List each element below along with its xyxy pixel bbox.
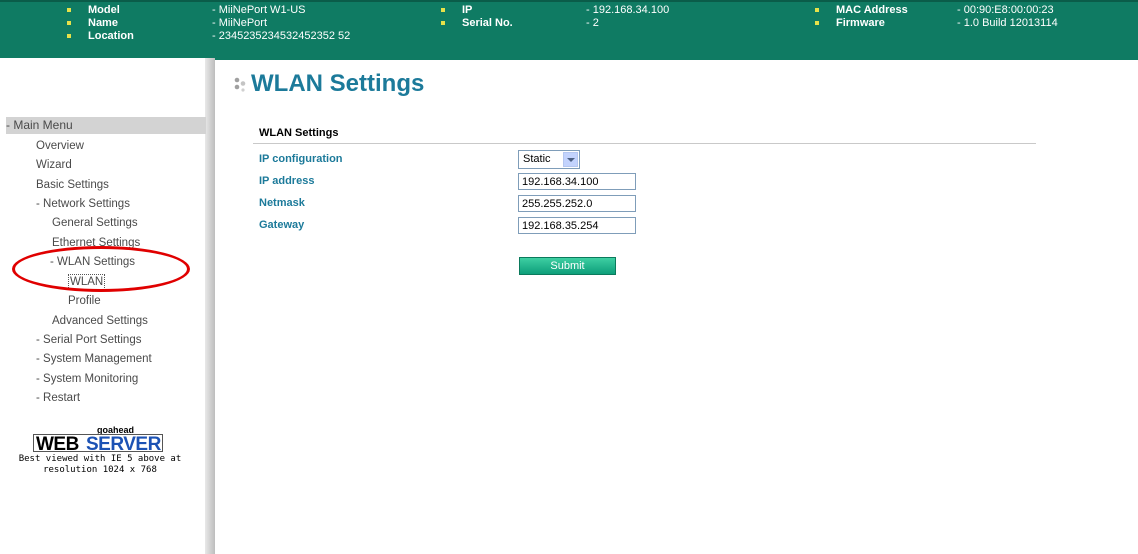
bullet-icon [815,8,819,12]
name-value: - MiiNePort [212,17,268,29]
bullet-icon [67,21,71,25]
ip-address-label: IP address [259,175,315,187]
name-label: Name [88,17,118,29]
ip-value: - 192.168.34.100 [586,4,670,16]
logo-box: WEB SERVER [33,434,163,455]
chevron-down-icon[interactable] [563,152,578,167]
sidebar-item-profile[interactable]: Profile [68,294,101,308]
sidebar-item-basic-settings[interactable]: Basic Settings [36,178,109,192]
logo-web-text: WEB [36,434,79,455]
firmware-label: Firmware [836,17,885,29]
sidebar-item-system-monitoring[interactable]: - System Monitoring [36,372,138,386]
highlight-circle [12,246,190,292]
ip-configuration-value: Static [523,153,551,165]
sidebar-item-wizard[interactable]: Wizard [36,158,72,172]
model-label: Model [88,4,120,16]
location-value: - 2345235234532452352 52 [212,30,351,42]
ip-configuration-select[interactable]: Static [518,150,580,169]
bullet-icon [67,8,71,12]
bullet-icon [441,21,445,25]
sidebar-item-network-settings[interactable]: - Network Settings [36,197,130,211]
page-title: WLAN Settings [251,70,425,97]
sidebar-item-overview[interactable]: Overview [36,139,84,153]
goahead-webserver-logo: goahead WEB SERVER [33,425,165,455]
sidebar-item-system-management[interactable]: - System Management [36,352,152,366]
sidebar-divider [205,58,215,554]
gateway-input[interactable] [518,217,636,234]
bullet-icon [815,21,819,25]
sidebar-item-general-settings[interactable]: General Settings [52,216,138,230]
serial-label: Serial No. [462,17,513,29]
sidebar-item-serial-port-settings[interactable]: - Serial Port Settings [36,333,141,347]
sidebar-item-advanced-settings[interactable]: Advanced Settings [52,314,148,328]
serial-value: - 2 [586,17,599,29]
gateway-label: Gateway [259,219,305,231]
netmask-input[interactable] [518,195,636,212]
mac-label: MAC Address [836,4,908,16]
title-dots-icon [234,77,246,92]
mac-value: - 00:90:E8:00:00:23 [957,4,1054,16]
best-viewed-line2: resolution 1024 x 768 [43,465,157,475]
main-menu-header[interactable]: - Main Menu [6,117,206,134]
bullet-icon [441,8,445,12]
browser-recommendation: Best viewed with IE 5 above at resolutio… [0,454,200,476]
location-label: Location [88,30,134,42]
ip-address-input[interactable] [518,173,636,190]
ip-label: IP [462,4,473,16]
model-value: - MiiNePort W1-US [212,4,306,16]
device-info-header: Model - MiiNePort W1-US Name - MiiNePort… [0,0,1138,60]
section-title: WLAN Settings [259,127,339,139]
netmask-label: Netmask [259,197,305,209]
section-divider [253,143,1036,144]
ip-configuration-label: IP configuration [259,153,343,165]
best-viewed-line1: Best viewed with IE 5 above at [18,454,182,464]
firmware-value: - 1.0 Build 12013114 [957,17,1058,29]
sidebar-item-restart[interactable]: - Restart [36,391,80,405]
logo-server-text: SERVER [86,434,161,455]
bullet-icon [67,34,71,38]
submit-button[interactable]: Submit [519,257,616,275]
